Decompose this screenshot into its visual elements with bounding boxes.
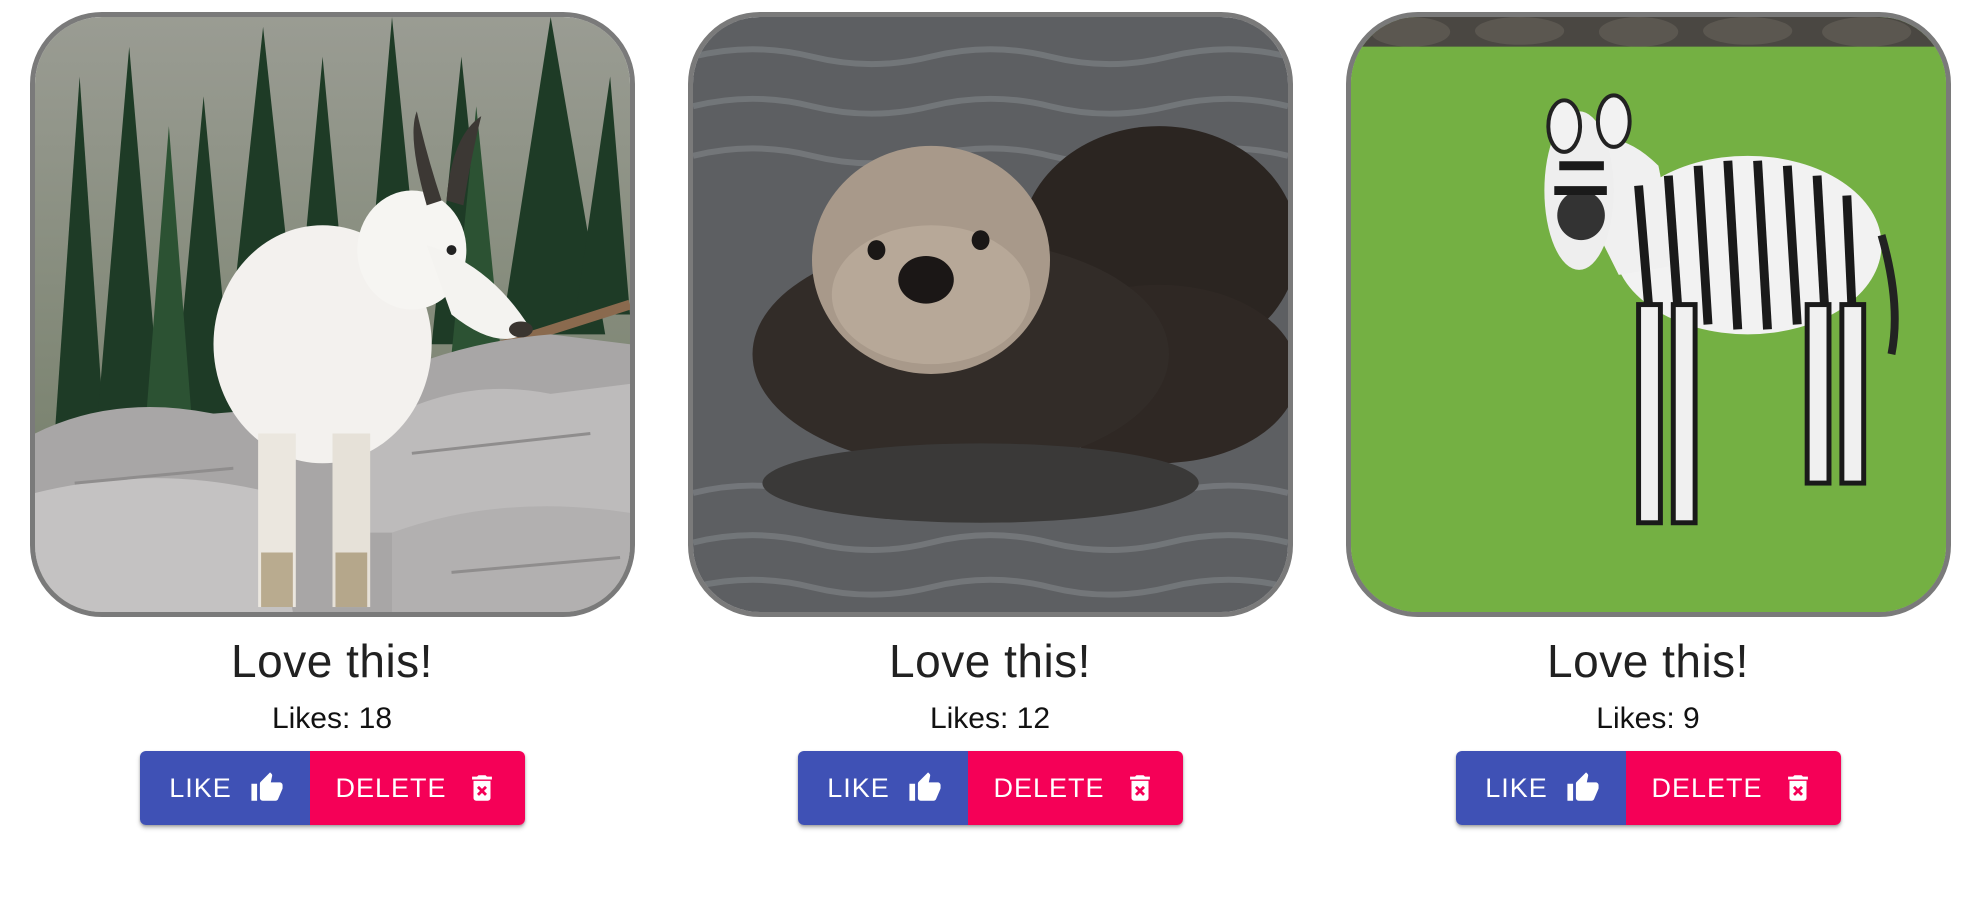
thumb-up-icon <box>909 772 941 801</box>
delete-button[interactable]: DELETE <box>1625 751 1841 825</box>
likes-count: Likes: 18 <box>271 702 393 735</box>
card-caption: Love this! <box>1547 635 1749 687</box>
photo-goat <box>29 12 635 617</box>
card-actions: LIKE DELETE <box>1455 751 1841 825</box>
likes-count: Likes: 9 <box>1596 702 1700 735</box>
card-caption: Love this! <box>231 635 433 687</box>
likes-count: Likes: 12 <box>929 702 1051 735</box>
like-button[interactable]: LIKE <box>1455 751 1626 825</box>
like-button[interactable]: LIKE <box>797 751 968 825</box>
zebra-image <box>1350 17 1946 612</box>
photo-card-goat: Love this! Likes: 18 LIKE DELETE <box>22 12 642 832</box>
like-button-label: LIKE <box>169 772 232 803</box>
trash-icon <box>1129 775 1150 801</box>
delete-button-label: DELETE <box>993 772 1105 803</box>
photo-card-zebra: Love this! Likes: 9 LIKE DELETE <box>1338 12 1958 832</box>
photo-card-otter: Love this! Likes: 12 LIKE DELETE <box>680 12 1300 832</box>
thumb-up-icon <box>251 772 283 801</box>
otter-image <box>692 17 1288 612</box>
card-actions: LIKE DELETE <box>797 751 1183 825</box>
photo-zebra <box>1345 12 1951 617</box>
card-actions: LIKE DELETE <box>139 751 525 825</box>
trash-icon <box>471 775 492 801</box>
delete-button-label: DELETE <box>1651 772 1763 803</box>
trash-icon <box>1787 775 1808 801</box>
delete-button[interactable]: DELETE <box>309 751 525 825</box>
delete-button[interactable]: DELETE <box>967 751 1183 825</box>
like-button[interactable]: LIKE <box>139 751 310 825</box>
thumb-up-icon <box>1567 772 1599 801</box>
like-button-label: LIKE <box>827 772 890 803</box>
goat-image <box>34 17 630 612</box>
delete-button-label: DELETE <box>335 772 447 803</box>
like-button-label: LIKE <box>1485 772 1548 803</box>
gallery: Love this! Likes: 18 LIKE DELETE Love th… <box>0 0 1978 912</box>
photo-otter <box>687 12 1293 617</box>
card-caption: Love this! <box>889 635 1091 687</box>
